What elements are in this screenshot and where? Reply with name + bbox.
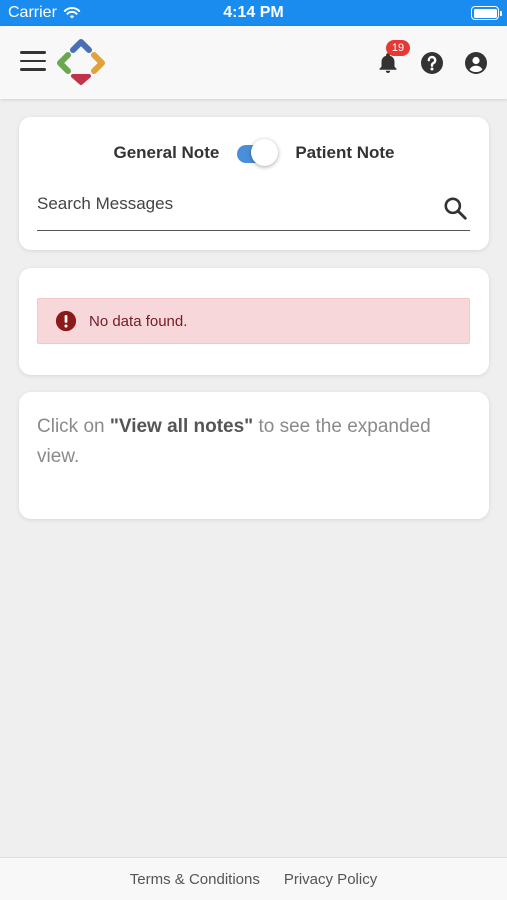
account-circle-icon[interactable]	[464, 51, 488, 75]
hamburger-menu-icon[interactable]	[20, 51, 46, 71]
general-note-label[interactable]: General Note	[114, 143, 220, 163]
info-prefix: Click on	[37, 416, 110, 437]
app-header: 19	[0, 26, 507, 99]
no-data-alert: No data found.	[37, 298, 470, 344]
status-bar: Carrier 4:14 PM	[0, 0, 507, 26]
view-all-notes-link[interactable]: "View all notes"	[110, 416, 253, 437]
question-circle-icon[interactable]	[420, 51, 444, 75]
note-type-toggle-row: General Note Patient Note	[19, 139, 489, 167]
search-messages-field	[37, 187, 470, 231]
results-card: No data found.	[19, 268, 489, 375]
terms-link[interactable]: Terms & Conditions	[130, 871, 260, 888]
info-card: Click on "View all notes" to see the exp…	[19, 392, 489, 519]
notification-badge: 19	[386, 40, 410, 56]
app-logo[interactable]	[55, 36, 107, 88]
info-text: Click on "View all notes" to see the exp…	[37, 412, 467, 472]
status-time: 4:14 PM	[223, 4, 284, 21]
exclamation-circle-icon	[55, 310, 77, 332]
alert-message: No data found.	[89, 312, 188, 330]
footer: Terms & Conditions Privacy Policy	[0, 857, 507, 900]
search-icon[interactable]	[442, 195, 468, 221]
notes-filter-card: General Note Patient Note	[19, 117, 489, 250]
battery-icon	[471, 6, 502, 20]
patient-note-label[interactable]: Patient Note	[295, 143, 394, 163]
note-type-switch[interactable]	[233, 139, 281, 167]
search-input[interactable]	[37, 187, 427, 221]
privacy-link[interactable]: Privacy Policy	[284, 871, 377, 888]
